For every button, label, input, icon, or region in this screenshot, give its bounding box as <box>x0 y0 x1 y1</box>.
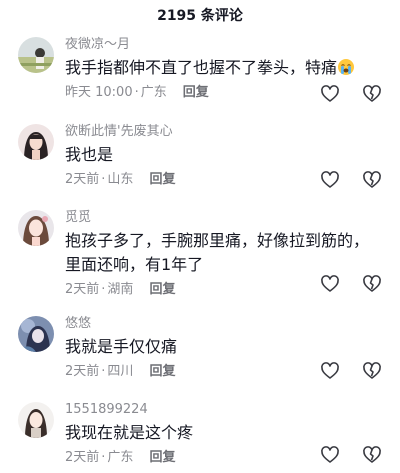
like-heart-icon[interactable] <box>320 84 340 104</box>
avatar[interactable] <box>18 402 54 438</box>
comment-actions <box>320 274 382 294</box>
comment-text: 抱孩子多了，手腕那里痛，好像拉到筋的， 里面还响，有1年了 <box>65 229 390 277</box>
reply-button[interactable]: 回复 <box>149 450 175 466</box>
comment-location: 广东 <box>140 85 167 100</box>
comment-location: 四川 <box>107 364 134 379</box>
meta-separator: · <box>101 282 106 297</box>
reply-button[interactable]: 回复 <box>149 172 175 188</box>
comment-time: 昨天 10:00 <box>65 85 133 100</box>
comment-actions <box>320 84 382 104</box>
avatar[interactable] <box>18 37 54 73</box>
comment-text-content: 我手指都伸不直了也握不了拳头，特痛 <box>65 58 338 77</box>
avatar[interactable] <box>18 210 54 246</box>
comment-actions <box>320 361 382 381</box>
comment-text: 我手指都伸不直了也握不了拳头，特痛 <box>65 56 390 80</box>
reply-button[interactable]: 回复 <box>149 282 175 298</box>
comment-text-line: 抱孩子多了，手腕那里痛，好像拉到筋的， <box>65 231 370 250</box>
comment-count-title: 2195 条评论 <box>157 8 243 24</box>
like-heart-icon[interactable] <box>320 274 340 294</box>
comment-username[interactable]: 夜微凉～月 <box>65 37 390 53</box>
comment-username[interactable]: 觅觅 <box>65 210 390 226</box>
comment-actions <box>320 170 382 190</box>
avatar[interactable] <box>18 316 54 352</box>
meta-separator: · <box>101 172 106 187</box>
comment-text: 我现在就是这个疼 <box>65 423 194 442</box>
comment-username[interactable]: 1551899224 <box>65 402 390 418</box>
comment-time: 2天前 <box>65 282 100 297</box>
like-heart-icon[interactable] <box>320 361 340 381</box>
comment-username[interactable]: 欲断此情'先废其心 <box>65 124 390 140</box>
dislike-broken-heart-icon[interactable] <box>362 170 382 190</box>
reply-button[interactable]: 回复 <box>183 85 209 101</box>
comment-location: 广东 <box>107 450 134 465</box>
reply-button[interactable]: 回复 <box>149 364 175 380</box>
avatar[interactable] <box>18 124 54 160</box>
comment-time: 2天前 <box>65 450 100 465</box>
comment-username[interactable]: 悠悠 <box>65 316 390 332</box>
comment-text: 我也是 <box>65 145 114 164</box>
dislike-broken-heart-icon[interactable] <box>362 274 382 294</box>
comment-location: 山东 <box>107 172 134 187</box>
like-heart-icon[interactable] <box>320 445 340 465</box>
comment-actions <box>320 445 382 465</box>
meta-separator: · <box>101 364 106 379</box>
comment-text: 我就是手仅仅痛 <box>65 337 178 356</box>
comment-sheet: 2195 条评论 夜微凉～月 我手指都伸不直了也握不了拳头，特痛 昨天 10:0… <box>0 0 400 473</box>
crying-emoji-icon <box>337 58 355 76</box>
dislike-broken-heart-icon[interactable] <box>362 361 382 381</box>
dislike-broken-heart-icon[interactable] <box>362 445 382 465</box>
like-heart-icon[interactable] <box>320 170 340 190</box>
meta-separator: · <box>101 450 106 465</box>
dislike-broken-heart-icon[interactable] <box>362 84 382 104</box>
comment-time: 2天前 <box>65 364 100 379</box>
comment-time: 2天前 <box>65 172 100 187</box>
comment-location: 湖南 <box>107 282 134 297</box>
meta-separator: · <box>134 85 139 100</box>
